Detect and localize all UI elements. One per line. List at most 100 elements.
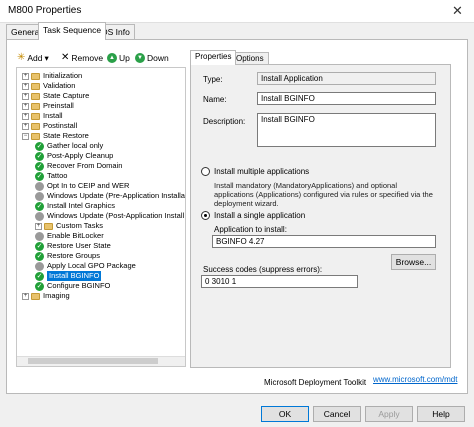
radio-single-app[interactable]: [201, 211, 210, 220]
tree-item[interactable]: ✓ Install Intel Graphics: [35, 201, 115, 211]
up-label: Up: [119, 53, 130, 63]
tree-item[interactable]: + Imaging: [22, 291, 70, 301]
tree-item[interactable]: + Postinstall: [22, 121, 77, 131]
tree-item-label: Recover From Domain: [47, 161, 123, 170]
tree-item[interactable]: + Validation: [22, 81, 75, 91]
app-to-install-field[interactable]: BGINFO 4.27: [212, 235, 436, 248]
tree-item-label: Install BGINFO: [47, 271, 102, 281]
check-icon: ✓: [35, 161, 44, 171]
tree-item-label: Preinstall: [43, 101, 74, 110]
add-button[interactable]: ✳ Add ▾: [17, 51, 49, 65]
tab-task-sequence[interactable]: Task Sequence: [38, 22, 107, 40]
radio-single-label: Install a single application: [214, 211, 306, 220]
description-label: Description:: [203, 117, 246, 126]
tree-item-label: Validation: [43, 81, 76, 90]
expand-icon[interactable]: +: [22, 102, 29, 110]
expand-icon[interactable]: +: [22, 122, 29, 130]
tree-item-label: Restore Groups: [47, 251, 100, 260]
radio-multiple-apps[interactable]: [201, 167, 210, 176]
folder-icon: [31, 102, 40, 110]
cancel-button[interactable]: Cancel: [313, 406, 361, 422]
tree-item[interactable]: Opt In to CEIP and WER: [35, 181, 129, 191]
check-icon: ✓: [35, 241, 44, 251]
tree-scroll-thumb[interactable]: [28, 358, 158, 364]
down-button[interactable]: ▼ Down: [135, 51, 169, 65]
tree-item[interactable]: + Custom Tasks: [35, 221, 103, 231]
success-codes-field[interactable]: 0 3010 1: [201, 275, 358, 288]
expand-icon[interactable]: +: [22, 112, 29, 120]
expand-icon[interactable]: +: [35, 222, 42, 230]
collapse-icon[interactable]: −: [22, 132, 29, 140]
tree-item[interactable]: ✓ Tattoo: [35, 171, 67, 181]
tree-item[interactable]: Windows Update (Post-Application Install: [35, 211, 184, 221]
disabled-step-icon: [35, 211, 44, 221]
tree-item[interactable]: ✓ Post-Apply Cleanup: [35, 151, 113, 161]
mdt-link[interactable]: www.microsoft.com/mdt: [373, 375, 457, 384]
tree-item-label: Windows Update (Post-Application Install: [47, 211, 185, 220]
tree-item[interactable]: ✓ Gather local only: [35, 141, 103, 151]
tree-item[interactable]: + Install: [22, 111, 63, 121]
tab-properties[interactable]: Properties: [190, 50, 237, 65]
help-button[interactable]: Help: [417, 406, 465, 422]
tree-item[interactable]: ✓ Configure BGINFO: [35, 281, 110, 291]
tree-item-label: Postinstall: [43, 121, 78, 130]
tree-item[interactable]: − State Restore: [22, 131, 89, 141]
remove-button[interactable]: ✕ Remove: [61, 51, 103, 65]
tree-item[interactable]: Enable BitLocker: [35, 231, 104, 241]
tree-item[interactable]: ✓ Restore Groups: [35, 251, 100, 261]
folder-icon: [31, 122, 40, 130]
add-label: Add: [27, 53, 43, 63]
expand-icon[interactable]: +: [22, 72, 29, 80]
check-icon: ✓: [35, 251, 44, 261]
folder-icon: [31, 92, 40, 100]
check-icon: ✓: [35, 201, 44, 211]
disabled-step-icon: [35, 181, 44, 191]
folder-icon: [31, 132, 40, 140]
mdt-brand: Microsoft Deployment Toolkit: [264, 378, 367, 387]
tree-item-label: Opt In to CEIP and WER: [47, 181, 130, 190]
tree-item-label: Enable BitLocker: [47, 231, 104, 240]
apply-button[interactable]: Apply: [365, 406, 413, 422]
success-codes-label: Success codes (suppress errors):: [203, 265, 323, 274]
tree-item-label: Post-Apply Cleanup: [47, 151, 114, 160]
remove-icon: ✕: [61, 52, 70, 63]
tree-item[interactable]: + State Capture: [22, 91, 89, 101]
tree-item[interactable]: ✓ Install BGINFO: [35, 271, 102, 281]
up-button[interactable]: ▲ Up: [107, 51, 130, 65]
disabled-step-icon: [35, 191, 44, 201]
check-icon: ✓: [35, 171, 44, 181]
type-field: Install Application: [257, 72, 436, 85]
description-field[interactable]: Install BGINFO: [257, 113, 436, 147]
tree-item[interactable]: Apply Local GPO Package: [35, 261, 136, 271]
close-icon[interactable]: ✕: [452, 3, 463, 19]
down-label: Down: [147, 53, 169, 63]
radio-multiple-label: Install multiple applications: [214, 167, 310, 176]
ok-button[interactable]: OK: [261, 406, 309, 422]
tree-item-label: Windows Update (Pre-Application Installa: [47, 191, 185, 200]
expand-icon[interactable]: +: [22, 82, 29, 90]
expand-icon[interactable]: +: [22, 92, 29, 100]
tree-item[interactable]: + Preinstall: [22, 101, 74, 111]
folder-icon: [31, 292, 40, 300]
folder-icon: [44, 222, 53, 230]
tree-item[interactable]: + Initialization: [22, 71, 82, 81]
tree-item-label: Tattoo: [47, 171, 68, 180]
up-icon: ▲: [107, 53, 117, 63]
tree-item[interactable]: ✓ Restore User State: [35, 241, 111, 251]
tree-item-label: Install Intel Graphics: [47, 201, 115, 210]
type-label: Type:: [203, 75, 223, 84]
browse-button[interactable]: Browse...: [391, 254, 436, 270]
app-to-install-label: Application to install:: [214, 225, 287, 234]
tree-item-label: Custom Tasks: [56, 221, 103, 230]
tree-item[interactable]: ✓ Recover From Domain: [35, 161, 122, 171]
tree-item-label: State Restore: [43, 131, 89, 140]
expand-icon[interactable]: +: [22, 292, 29, 300]
disabled-step-icon: [35, 231, 44, 241]
task-sequence-tree[interactable]: + Initialization + Validation + State Capture…: [16, 67, 186, 367]
tree-item-label: Gather local only: [47, 141, 104, 150]
footer-divider: [190, 367, 450, 368]
tree-item[interactable]: Windows Update (Pre-Application Installa: [35, 191, 185, 201]
name-field[interactable]: Install BGINFO: [257, 92, 436, 105]
tree-item-label: State Capture: [43, 91, 90, 100]
tree-item-label: Restore User State: [47, 241, 111, 250]
